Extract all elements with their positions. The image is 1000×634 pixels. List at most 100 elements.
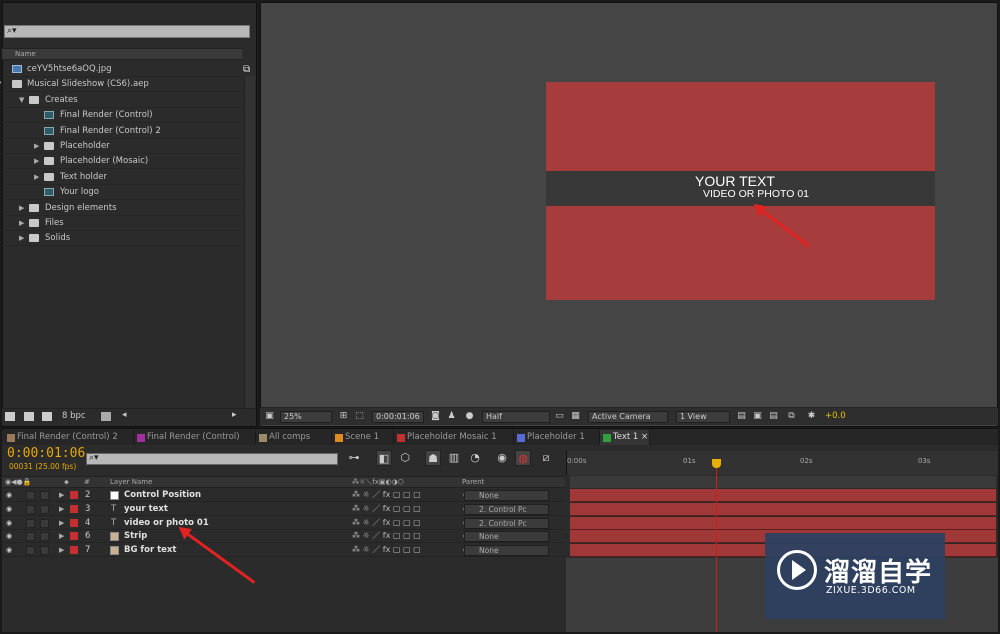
switches-column[interactable]: ⁂☼＼fx▣◐◑⬡ [352,477,404,488]
frame-blending-icon[interactable]: ▥ [446,450,462,466]
layer-row[interactable]: ◉▶2Control Position⁂ ☼ ／ fx ▢ ▢ ▢◎None [2,489,565,502]
expand-icon[interactable]: ▶ [19,216,24,230]
motion-blur-icon[interactable]: ◔ [467,450,483,466]
fit-icon[interactable]: ⊞ [338,411,349,422]
flowchart-icon[interactable]: ⧉ [243,64,255,76]
work-area-bar[interactable] [570,476,996,488]
current-time-indicator[interactable] [716,459,717,632]
visibility-eye-icon[interactable]: ◉ [6,519,15,527]
project-scrollbar[interactable] [244,76,255,410]
timeline-timecode[interactable]: 0:00:01:06 [7,446,85,461]
viewer-timecode[interactable]: 0:00:01:06 [372,411,424,423]
collapse-icon[interactable]: ▼ [19,93,24,107]
expand-icon[interactable]: ▶ [19,201,24,215]
timeline-icon[interactable]: ▤ [768,411,779,422]
interpret-footage-icon[interactable] [5,412,15,421]
view-layout-select[interactable]: 1 View [676,411,730,423]
expand-icon[interactable]: ▶ [59,489,64,501]
shy-layers-icon[interactable]: ☗ [425,450,441,466]
solo-toggle[interactable] [40,491,49,500]
label-color-swatch[interactable] [70,532,78,541]
parent-select[interactable]: None [464,545,549,557]
visibility-eye-icon[interactable]: ◉ [6,546,15,554]
label-color-swatch[interactable] [70,546,78,555]
resolution-select[interactable]: Half [482,411,550,423]
audio-toggle[interactable] [26,491,35,500]
label-color-swatch[interactable] [70,504,78,513]
tab-comp[interactable]: Final Render (Control) 2 [4,430,134,445]
layer-duration-bar[interactable] [570,489,996,502]
solo-toggle[interactable] [40,518,49,528]
tab-comp[interactable]: Scene 1 [332,430,394,445]
project-item[interactable]: ▶ Solids [2,231,242,247]
project-item[interactable]: Final Render (Control) 2 [2,124,242,139]
project-item[interactable]: ▶ Placeholder [2,139,242,154]
visibility-eye-icon[interactable]: ◉ [6,505,15,513]
new-folder-icon[interactable] [24,412,34,421]
layer-row[interactable]: ◉▶6Strip⁂ ☼ ／ fx ▢ ▢ ▢◎None [2,530,565,544]
tab-comp[interactable]: All comps [256,430,332,445]
zoom-select[interactable]: 25% [280,411,332,423]
auto-keyframe-icon[interactable]: ◍ [515,450,531,466]
expand-icon[interactable]: ▶ [59,544,64,556]
layer-switches[interactable]: ⁂ ☼ ／ fx ▢ ▢ ▢ [352,517,421,529]
parent-column[interactable]: Parent [462,477,484,488]
video-text-layer[interactable]: VIDEO OR PHOTO 01 [703,188,809,200]
layer-switches[interactable]: ⁂ ☼ ／ fx ▢ ▢ ▢ [352,489,421,501]
brainstorm-icon[interactable]: ◉ [494,450,510,466]
project-item[interactable]: ▼ Creates [2,93,242,108]
tab-comp[interactable]: Placeholder Mosaic 1 [394,430,514,445]
label-color-swatch[interactable] [70,518,78,527]
graph-editor-icon[interactable]: ⧄ [538,450,554,466]
layer-duration-bar[interactable] [570,516,996,530]
close-tab-icon[interactable]: × [638,432,648,442]
audio-toggle[interactable] [26,532,35,542]
expand-icon[interactable]: ▶ [59,530,64,542]
expand-icon[interactable]: ▶ [34,154,39,168]
region-icon[interactable]: ⬚ [354,411,365,422]
solo-toggle[interactable] [40,532,49,542]
layer-name[interactable]: Control Position [124,489,201,501]
draft-3d-icon[interactable]: ⬡ [397,450,413,466]
expand-icon[interactable]: ▶ [59,503,64,515]
roi-icon[interactable]: ▭ [554,411,565,422]
comp-mini-flowchart-icon[interactable]: ⊶ [346,450,362,466]
layer-row[interactable]: ◉▶4Tvideo or photo 01⁂ ☼ ／ fx ▢ ▢ ▢◎2. C… [2,517,565,530]
layer-row[interactable]: ◉▶7BG for text⁂ ☼ ／ fx ▢ ▢ ▢◎None [2,544,565,558]
parent-select[interactable]: 2. Control Pc [464,503,549,515]
av-features-icon[interactable]: ◉◀●🔒 [5,477,31,488]
layer-name[interactable]: BG for text [124,544,176,556]
project-item[interactable]: ceYV5htse6aOQ.jpg [2,62,242,77]
expand-icon[interactable]: ▶ [34,170,39,184]
always-preview-icon[interactable]: ▣ [264,411,275,422]
your-text-layer[interactable]: YOUR TEXT [695,173,775,189]
current-time-handle[interactable] [712,459,721,468]
audio-toggle[interactable] [26,518,35,528]
tab-comp[interactable]: Text 1 × [600,430,650,445]
show-snapshot-icon[interactable]: ♟ [446,411,457,422]
scroll-left-icon[interactable]: ◂ [122,410,127,420]
flowchart-icon[interactable]: ⧉ [786,411,797,422]
layer-name[interactable]: Strip [124,530,147,542]
layer-switches[interactable]: ⁂ ☼ ／ fx ▢ ▢ ▢ [352,530,421,542]
collapse-icon[interactable]: ▼ [0,77,1,91]
camera-select[interactable]: Active Camera [588,411,668,423]
solo-toggle[interactable] [40,546,49,556]
new-comp-icon[interactable] [42,412,52,421]
audio-toggle[interactable] [26,504,35,514]
expand-icon[interactable]: ▶ [34,139,39,153]
solo-toggle[interactable] [40,504,49,514]
transparency-grid-icon[interactable]: ▦ [570,411,581,422]
time-ruler[interactable] [566,451,998,475]
layer-name[interactable]: video or photo 01 [124,517,209,529]
number-column[interactable]: # [84,477,90,488]
tab-comp[interactable]: Final Render (Control) [134,430,256,445]
layer-duration-bar[interactable] [570,502,996,516]
project-item[interactable]: ▶ Files [2,216,242,231]
visibility-eye-icon[interactable]: ◉ [6,491,15,499]
layer-switches[interactable]: ⁂ ☼ ／ fx ▢ ▢ ▢ [352,544,421,556]
project-item[interactable]: Final Render (Control) [2,108,242,124]
tab-comp[interactable]: Placeholder 1 [514,430,600,445]
label-color-swatch[interactable] [70,491,78,499]
project-item[interactable]: ▼ Musical Slideshow (CS6).aep [0,77,242,93]
